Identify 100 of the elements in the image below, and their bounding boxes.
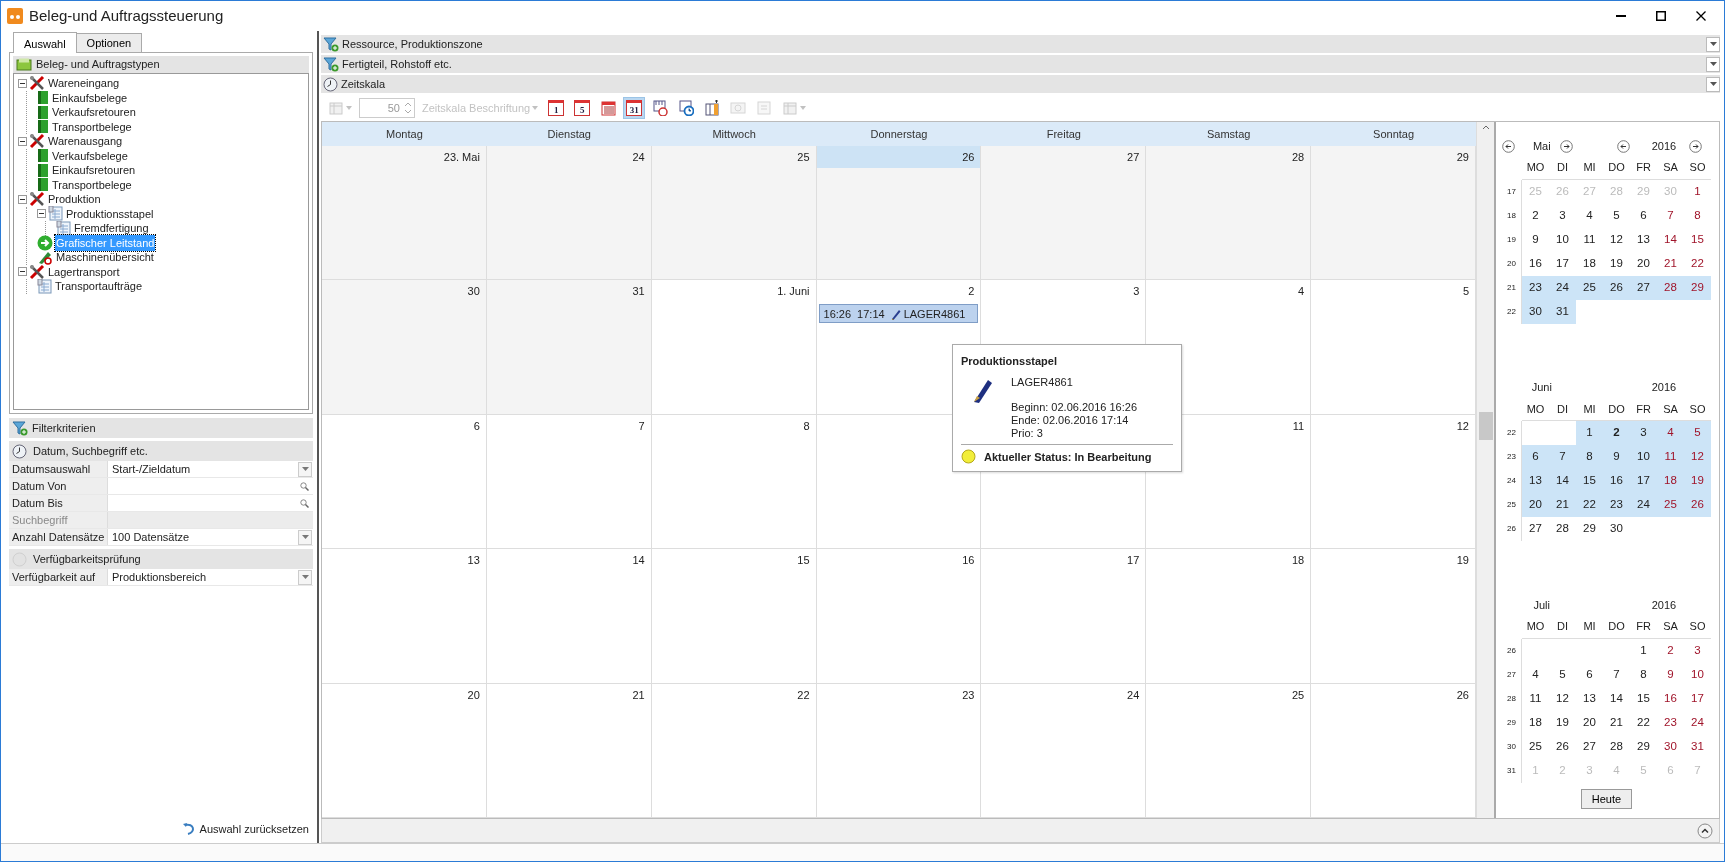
calendar-day[interactable]: 18 (1576, 251, 1603, 276)
group-header[interactable]: Ressource, Produktionszone (321, 35, 1720, 53)
calendar-day[interactable]: 28 (1549, 517, 1576, 541)
expander-icon[interactable] (18, 267, 27, 277)
tree-item[interactable]: Maschinenübersicht (55, 249, 155, 266)
tab[interactable]: Auswahl (13, 31, 77, 53)
calendar-day[interactable]: 6 (1576, 662, 1603, 687)
previous-button[interactable] (1617, 139, 1630, 153)
calendar-day[interactable]: 17 (1630, 469, 1657, 493)
calendar-day[interactable]: 9 (1657, 662, 1684, 687)
calendar-day[interactable]: 23 (1522, 275, 1549, 300)
day-number[interactable]: 1. Juni (651, 280, 816, 303)
calendar-day[interactable]: 22 (1576, 493, 1603, 517)
calendar-day[interactable]: 3 (1549, 203, 1576, 228)
calendar-day[interactable]: 29 (1684, 275, 1711, 300)
calendar-day[interactable]: 10 (1684, 662, 1711, 687)
tree-item[interactable]: Einkaufsbelege (51, 89, 129, 106)
calendar-day[interactable]: 7 (1603, 662, 1630, 687)
day-number[interactable]: 31 (486, 280, 651, 303)
calendar-day[interactable]: 28 (1657, 275, 1684, 300)
calendar-day[interactable]: 9 (1603, 445, 1630, 469)
tree-item[interactable]: Transportbelege (51, 176, 133, 193)
calendar-day[interactable]: 25 (1576, 275, 1603, 300)
calendar-day[interactable]: 19 (1603, 251, 1630, 276)
calendar-day[interactable]: 12 (1549, 686, 1576, 711)
calendar-day[interactable]: 9 (1522, 227, 1549, 252)
day-number[interactable]: 15 (651, 549, 816, 572)
calendar-day[interactable]: 29 (1576, 517, 1603, 541)
day-number[interactable]: 18 (1146, 549, 1311, 572)
search-icon[interactable] (300, 481, 309, 491)
day-number[interactable]: 29 (1311, 146, 1475, 168)
calendar-day[interactable]: 27 (1522, 517, 1549, 541)
tree-item[interactable]: Transportaufträge (54, 278, 144, 295)
calendar-day[interactable]: 19 (1549, 710, 1576, 735)
scrollbar-thumb[interactable] (1478, 412, 1493, 440)
expander-icon[interactable] (18, 194, 27, 204)
calendar-day[interactable]: 13 (1522, 469, 1549, 493)
appointment[interactable]: 16:26 17:14 LAGER4861 (818, 304, 979, 324)
day-number[interactable]: 25 (1146, 683, 1311, 706)
calendar-day[interactable]: 1 (1576, 421, 1603, 445)
reset-link[interactable]: Auswahl zurücksetzen (177, 814, 313, 843)
tree-item[interactable]: Lagertransport (47, 263, 121, 280)
tree-item[interactable]: Produktion (47, 191, 102, 208)
group-header[interactable]: Fertigteil, Rohstoff etc. (321, 55, 1720, 73)
day-number[interactable]: 26 (816, 146, 981, 168)
calendar-day[interactable]: 16 (1522, 251, 1549, 276)
day-number[interactable]: 13 (322, 549, 486, 572)
calendar-day[interactable]: 14 (1549, 469, 1576, 493)
calendar-day[interactable]: 19 (1684, 469, 1711, 493)
calendar-day[interactable]: 23 (1657, 710, 1684, 735)
previous-button[interactable] (1502, 139, 1515, 153)
calendar-day[interactable]: 24 (1684, 710, 1711, 735)
day-number[interactable]: 19 (1311, 549, 1475, 572)
calendar-day[interactable]: 25 (1522, 734, 1549, 759)
calendar-day[interactable]: 22 (1630, 710, 1657, 735)
calendar-day[interactable]: 22 (1684, 251, 1711, 276)
calendar-day[interactable]: 4 (1576, 203, 1603, 228)
calendar-day[interactable]: 1 (1630, 638, 1657, 663)
calendar-day[interactable]: 31 (1549, 299, 1576, 324)
calendar-day[interactable]: 29 (1630, 734, 1657, 759)
scrollbar[interactable] (1476, 122, 1494, 818)
day-number[interactable]: 25 (651, 146, 816, 168)
calendar-day[interactable]: 2 (1603, 421, 1630, 445)
calendar-day[interactable]: 4 (1657, 421, 1684, 445)
calendar-day[interactable]: 28 (1603, 734, 1630, 759)
tree-item[interactable]: Verkaufsbelege (51, 147, 129, 164)
calendar-day[interactable]: 11 (1522, 686, 1549, 711)
toolbar-button[interactable]: 31 (623, 97, 646, 119)
calendar-day[interactable]: 13 (1630, 227, 1657, 252)
dropdown-button[interactable] (1706, 56, 1720, 72)
dropdown-button[interactable] (1706, 36, 1720, 52)
tree-item[interactable]: Produktionsstapel (65, 205, 155, 222)
calendar-day[interactable]: 26 (1684, 493, 1711, 517)
day-number[interactable]: 8 (651, 414, 816, 437)
day-number[interactable]: 2 (816, 280, 981, 303)
calendar-day[interactable]: 7 (1549, 445, 1576, 469)
tree-item[interactable]: Einkaufsretouren (51, 162, 137, 179)
next-button[interactable] (1559, 139, 1573, 153)
calendar-day[interactable]: 11 (1657, 445, 1684, 469)
day-number[interactable]: 20 (322, 683, 486, 706)
day-number[interactable]: 5 (1311, 280, 1475, 303)
day-number[interactable]: 30 (322, 280, 486, 303)
calendar-day[interactable]: 12 (1684, 445, 1711, 469)
tab[interactable]: Optionen (75, 32, 143, 52)
day-number[interactable]: 6 (322, 414, 486, 437)
calendar-day[interactable]: 25 (1657, 493, 1684, 517)
calendar-day[interactable]: 12 (1603, 227, 1630, 252)
tree-item[interactable]: Warenausgang (47, 133, 124, 150)
dropdown-button[interactable] (298, 461, 312, 477)
day-number[interactable]: 27 (981, 146, 1146, 168)
dropdown-button[interactable] (298, 569, 312, 585)
day-number[interactable]: 12 (1311, 414, 1475, 437)
calendar-day[interactable]: 6 (1522, 445, 1549, 469)
calendar-day[interactable]: 15 (1684, 227, 1711, 252)
input-field[interactable] (108, 512, 313, 528)
day-number[interactable]: 23 (816, 683, 981, 706)
calendar-day[interactable]: 1 (1684, 179, 1711, 204)
calendar-day[interactable]: 16 (1603, 469, 1630, 493)
calendar-day[interactable]: 15 (1630, 686, 1657, 711)
calendar-day[interactable]: 18 (1522, 710, 1549, 735)
